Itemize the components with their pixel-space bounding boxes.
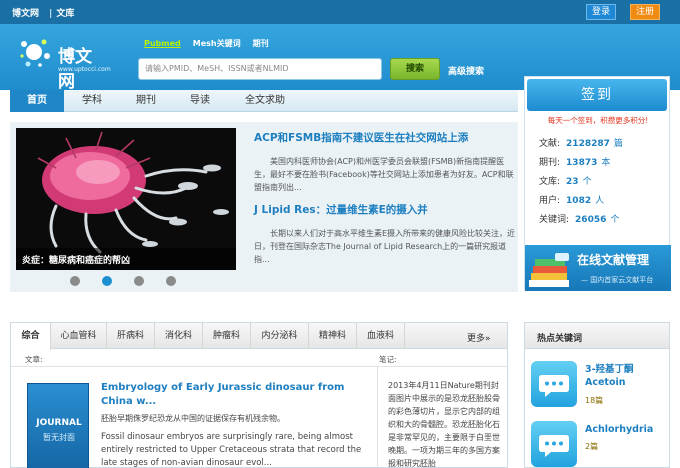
cat-tab-psychiatry[interactable]: 精神科 (309, 323, 357, 349)
promo-title: 在线文献管理 (577, 253, 650, 267)
slider-dot-4[interactable] (166, 276, 176, 286)
note-text[interactable]: 2013年4月11日Nature期刊封面图片中展示的是恐龙胚胎股骨的彩色薄切片，… (388, 379, 502, 468)
site-stats: 文献: 2128287 篇 期刊: 13873 本 文库: 23 个 用户: 1082 人 关键… (539, 135, 669, 230)
signin-button[interactable]: 签到 (527, 79, 667, 111)
search-tab-mesh[interactable]: Mesh关键词 (193, 39, 241, 48)
featured-article-body: 美国内科医师协会(ACP)和州医学委员会联盟(FSMB)新指南提醒医生，最好不要… (254, 157, 514, 192)
stat-row: 关键词: 26056 个 (539, 215, 620, 225)
hot-keywords-panel: 热点关键词 3-羟基丁酮 Acetoin 18篇 Achlorhydria 2篇 (524, 322, 670, 468)
top-bar: 博文网 | 文库 登录 注册 (0, 0, 680, 24)
login-button[interactable]: 登录 (586, 4, 616, 20)
article-card-abstract: Fossil dinosaur embryos are surprisingly… (101, 432, 362, 468)
logo-splash-icon (20, 39, 50, 67)
register-button[interactable]: 注册 (630, 4, 660, 20)
hot-keyword-count: 2篇 (585, 442, 599, 451)
books-icon (529, 253, 569, 287)
cat-tab-gastro[interactable]: 消化科 (155, 323, 203, 349)
nav-subject[interactable]: 学科 (64, 90, 120, 112)
advanced-search-link[interactable]: 高级搜索 (448, 64, 484, 77)
category-tabs: 综合 心血管科 肝病科 消化科 肿瘤科 内分泌科 精神科 血液科 更多» (11, 323, 507, 350)
journal-cover-title: JOURNAL (36, 418, 82, 428)
stat-row: 文库: 23 个 (539, 177, 592, 187)
featured-article-body: 长期以来人们对于高水平维生素E摄入所带来的健康风险比较关注，近日，刊登在国际杂志… (254, 229, 516, 264)
hot-keyword-name[interactable]: 3-羟基丁酮 Acetoin (585, 363, 667, 389)
journal-cover[interactable]: JOURNAL 暂无封面 (27, 383, 89, 468)
search-button[interactable]: 搜索 (390, 58, 440, 80)
slider-dot-3[interactable] (134, 276, 144, 286)
top-link-wenku[interactable]: 文库 (56, 9, 74, 19)
nav-fulltext-help[interactable]: 全文求助 (230, 90, 300, 112)
search-tab-journal[interactable]: 期刊 (253, 39, 269, 48)
signin-tip: 每天一个签到，积攒更多积分! (547, 116, 649, 125)
journal-cover-subtitle: 暂无封面 (43, 433, 75, 442)
hot-keywords-title: 热点关键词 (537, 334, 583, 344)
hot-keyword-item[interactable]: Achlorhydria 2篇 (531, 419, 667, 468)
featured-slider: 炎症：糖尿病和癌症的帮凶 ACP和FSMB指南不建议医生在社交网站上添 美国内科… (10, 122, 518, 292)
chat-bubble-icon (531, 361, 577, 407)
search-tab-pubmed[interactable]: Pubmed (144, 39, 181, 48)
cat-tab-cardiology[interactable]: 心血管科 (51, 323, 107, 349)
article-card-title[interactable]: Embryology of Early Jurassic dinosaur fr… (101, 381, 377, 409)
column-headers: 文章: 笔记: (11, 351, 507, 367)
site-logo[interactable]: 博文网 www.uptocci.com (18, 30, 111, 92)
featured-article-title[interactable]: ACP和FSMB指南不建议医生在社交网站上添 (254, 130, 516, 145)
promo-subtitle: — 国内首家云文献平台 (581, 276, 654, 284)
col-head-article: 文章: (25, 355, 43, 364)
search-tabs: Pubmed Mesh关键词 期刊 (144, 38, 281, 49)
featured-article-title[interactable]: J Lipid Res：过量维生素E的摄入并 (254, 202, 516, 217)
top-link-bowen[interactable]: 博文网 (12, 9, 39, 19)
slide-caption-text: 炎症：糖尿病和癌症的帮凶 (22, 256, 131, 266)
featured-article-2: J Lipid Res：过量维生素E的摄入并 长期以来人们对于高水平维生素E摄入… (254, 202, 516, 266)
article-card-subtitle: 胚胎早期侏罗纪恐龙从中国的证据保存有机残余物。 (101, 414, 285, 423)
col-head-notes: 笔记: (379, 355, 397, 364)
cat-tab-hematology[interactable]: 血液科 (357, 323, 405, 349)
notes-column: 2013年4月11日Nature期刊封面图片中展示的是恐龙胚胎股骨的彩色薄切片，… (377, 367, 507, 468)
slider-dot-1[interactable] (70, 276, 80, 286)
featured-article-1: ACP和FSMB指南不建议医生在社交网站上添 美国内科医师协会(ACP)和州医学… (254, 130, 516, 194)
stat-row: 用户: 1082 人 (539, 196, 605, 206)
cat-tab-general[interactable]: 综合 (11, 323, 51, 350)
stat-row: 期刊: 13873 本 (539, 158, 611, 168)
category-panel: 综合 心血管科 肝病科 消化科 肿瘤科 内分泌科 精神科 血液科 更多» 文章:… (10, 322, 508, 468)
online-reference-manager-banner[interactable]: 在线文献管理 — 国内首家云文献平台 (525, 245, 671, 291)
nav-journal[interactable]: 期刊 (120, 90, 172, 112)
top-links: 博文网 | 文库 (12, 9, 75, 19)
cat-tab-hepatology[interactable]: 肝病科 (107, 323, 155, 349)
stat-row: 文献: 2128287 篇 (539, 139, 623, 149)
chat-bubble-icon (531, 421, 577, 467)
main-nav: 首页 学科 期刊 导读 全文求助 (10, 90, 518, 112)
search-input[interactable]: 请输入PMID、MeSH、ISSN或者NLMID (138, 58, 382, 80)
hot-keywords-header: 热点关键词 (525, 323, 669, 349)
slide-caption[interactable]: 炎症：糖尿病和癌症的帮凶 (16, 248, 236, 270)
signin-stats-panel: 签到 每天一个签到，积攒更多积分! 文献: 2128287 篇 期刊: 13873 本 … (524, 76, 671, 291)
nav-home[interactable]: 首页 (10, 90, 64, 112)
hot-keyword-count: 18篇 (585, 396, 604, 405)
cat-tab-oncology[interactable]: 肿瘤科 (203, 323, 251, 349)
hot-keyword-item[interactable]: 3-羟基丁酮 Acetoin 18篇 (531, 359, 667, 411)
slider-dot-2[interactable] (102, 276, 112, 286)
cat-tab-endocrine[interactable]: 内分泌科 (251, 323, 309, 349)
nav-guide[interactable]: 导读 (172, 90, 228, 112)
hot-keyword-name[interactable]: Achlorhydria (585, 423, 667, 436)
logo-url: www.uptocci.com (58, 66, 111, 73)
category-more-link[interactable]: 更多» (467, 331, 491, 344)
